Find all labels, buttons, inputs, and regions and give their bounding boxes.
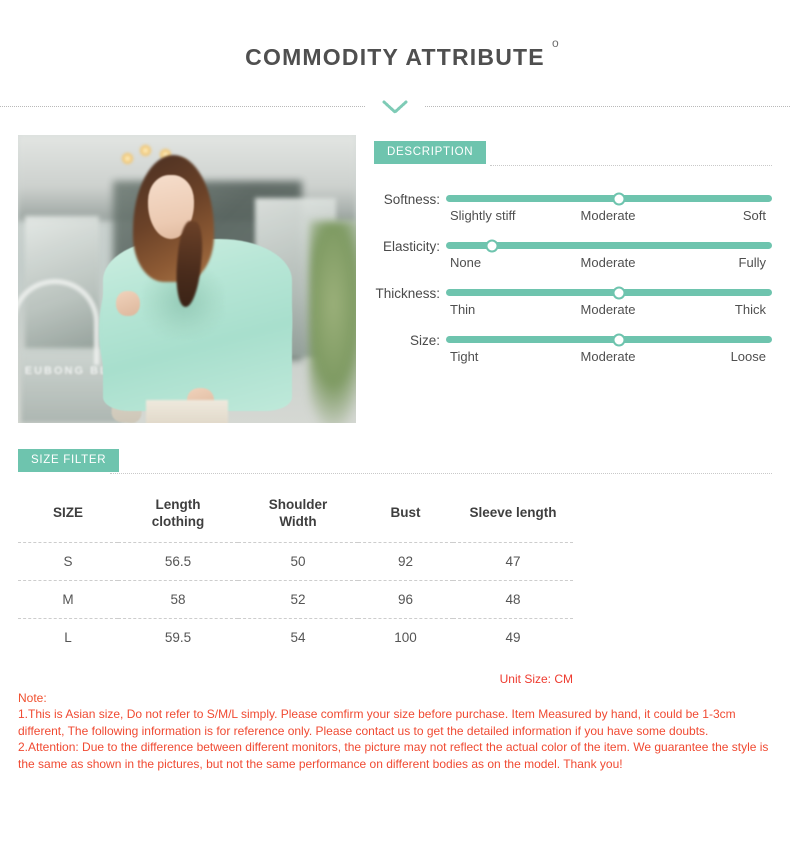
attribute-scale-softness: Slightly stiff Moderate Soft — [446, 208, 772, 223]
scale-label-mid: Moderate — [580, 208, 636, 223]
cell-bust: 92 — [358, 542, 453, 581]
page-title-text: COMMODITY ATTRIBUTE — [245, 44, 545, 70]
photo-hand-left — [116, 290, 140, 317]
cell-length-clothing: 58 — [118, 580, 238, 619]
slider-handle-softness[interactable] — [612, 192, 626, 205]
divider-line-left — [0, 106, 365, 107]
scale-label-low: Tight — [450, 349, 479, 364]
attribute-label-size: Size: — [409, 333, 440, 348]
header-divider — [0, 93, 790, 119]
attribute-slider-thickness[interactable] — [446, 286, 772, 299]
attribute-label-thickness: Thickness: — [375, 286, 440, 301]
attribute-label-elasticity: Elasticity: — [382, 239, 440, 254]
scale-label-low: None — [450, 255, 482, 270]
attribute-slider-size[interactable] — [446, 333, 772, 346]
slider-handle-thickness[interactable] — [612, 286, 626, 299]
slider-handle-elasticity[interactable] — [485, 239, 499, 252]
cell-shoulder-width: 50 — [238, 542, 358, 581]
description-panel: DESCRIPTION Softness: Slightly stiff Mod… — [374, 135, 772, 423]
cell-length-clothing: 56.5 — [118, 542, 238, 581]
cell-shoulder-width: 54 — [290, 629, 306, 645]
chevron-down-icon — [382, 100, 408, 114]
attribute-section: EUBONG BLOCK DESCRIPTION Softness: Sligh… — [0, 119, 790, 423]
photo-foliage — [308, 221, 356, 423]
header-line: clothing — [151, 513, 205, 529]
scale-label-mid: Moderate — [580, 349, 636, 364]
attribute-label-softness: Softness: — [383, 192, 440, 207]
description-badge-dots — [490, 165, 772, 166]
cell-sleeve-length: 49 — [505, 629, 521, 645]
header-line: Sleeve length — [469, 505, 557, 521]
description-badge: DESCRIPTION — [374, 141, 487, 164]
note-line-1: 1.This is Asian size, Do not refer to S/… — [18, 707, 736, 738]
product-image: EUBONG BLOCK — [18, 135, 356, 423]
table-header-sleeve-length: Sleeve length — [453, 491, 573, 543]
description-badge-row: DESCRIPTION — [374, 141, 772, 167]
scale-label-mid: Moderate — [580, 302, 636, 317]
table-row: M 58 52 96 48 — [18, 580, 573, 619]
cell-shoulder-width: 52 — [238, 580, 358, 619]
scale-label-high: Soft — [742, 208, 766, 223]
scale-label-high: Loose — [730, 349, 766, 364]
photo-railing — [18, 279, 100, 366]
scale-label-high: Thick — [734, 302, 766, 317]
cell-size: M — [18, 580, 118, 619]
attribute-row-thickness: Thickness: Thin Moderate Thick — [374, 283, 772, 317]
cell-length-clothing: 59.5 — [164, 629, 192, 645]
header-line: Length — [155, 497, 201, 512]
attribute-slider-elasticity[interactable] — [446, 239, 772, 252]
page-title-superscript: o — [551, 36, 560, 50]
header-line: Shoulder — [268, 497, 328, 512]
cell-size: S — [18, 542, 118, 581]
attribute-row-size: Size: Tight Moderate Loose — [374, 330, 772, 364]
table-header-shoulder-width: Shoulder Width — [238, 491, 358, 543]
attribute-scale-size: Tight Moderate Loose — [446, 349, 772, 364]
cell-sleeve-length: 47 — [453, 542, 573, 581]
size-filter-badge-dots — [110, 473, 772, 474]
cell-size: L — [64, 629, 72, 645]
size-filter-badge-row: SIZE FILTER — [18, 449, 772, 475]
size-filter-section: SIZE FILTER SIZE Length clothing Shoulde… — [0, 423, 790, 686]
note-heading: Note: — [18, 690, 47, 705]
attribute-scale-thickness: Thin Moderate Thick — [446, 302, 772, 317]
size-filter-badge: SIZE FILTER — [18, 449, 120, 472]
attribute-row-elasticity: Elasticity: None Moderate Fully — [374, 236, 772, 270]
page-title: COMMODITY ATTRIBUTE o — [245, 36, 558, 71]
slider-handle-size[interactable] — [612, 333, 626, 346]
photo-skirt — [146, 399, 228, 423]
scale-label-mid: Moderate — [580, 255, 636, 270]
table-header-row: SIZE Length clothing Shoulder Width Bust… — [18, 491, 573, 543]
table-header-size: SIZE — [18, 491, 118, 543]
attribute-scale-elasticity: None Moderate Fully — [446, 255, 772, 270]
table-header-bust: Bust — [358, 491, 453, 543]
attribute-slider-softness[interactable] — [446, 192, 772, 205]
header-line: SIZE — [52, 505, 83, 521]
cell-bust: 100 — [394, 629, 417, 645]
note-block: Note: 1.This is Asian size, Do not refer… — [0, 686, 790, 773]
note-line-2: 2.Attention: Due to the difference betwe… — [18, 740, 769, 771]
header-line: Bust — [390, 505, 421, 521]
scale-label-low: Thin — [450, 302, 476, 317]
cell-bust: 96 — [358, 580, 453, 619]
attribute-row-softness: Softness: Slightly stiff Moderate Soft — [374, 189, 772, 223]
table-row: L 59.5 54 100 49 — [18, 618, 573, 656]
table-row: S 56.5 50 92 47 — [18, 542, 573, 581]
table-header-length-clothing: Length clothing — [118, 491, 238, 543]
size-chart-table: SIZE Length clothing Shoulder Width Bust… — [18, 491, 573, 656]
scale-label-high: Fully — [738, 255, 766, 270]
header-line: Width — [279, 513, 317, 529]
unit-size-note: Unit Size: CM — [499, 671, 573, 686]
divider-line-right — [425, 106, 790, 107]
scale-label-low: Slightly stiff — [450, 208, 516, 223]
cell-sleeve-length: 48 — [453, 580, 573, 619]
page-header: COMMODITY ATTRIBUTE o — [0, 0, 790, 71]
